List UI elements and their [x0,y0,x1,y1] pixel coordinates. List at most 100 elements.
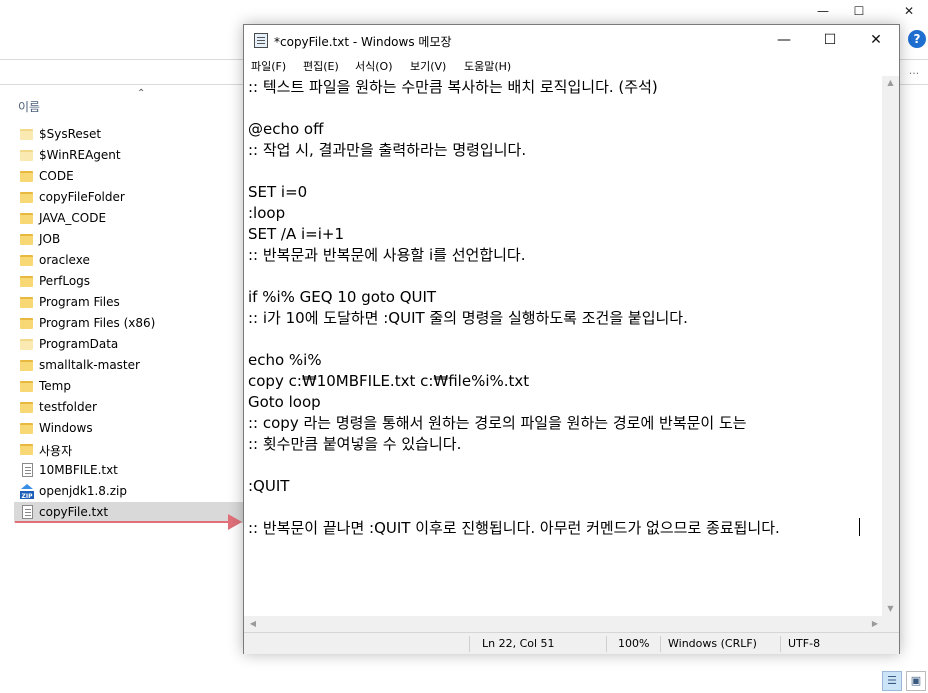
notepad-window: *copyFile.txt - Windows 메모장 — ☐ ✕ 파일(F) … [243,24,900,654]
menu-view[interactable]: 보기(V) [410,58,446,74]
folder-icon [20,129,33,140]
status-separator [606,636,607,652]
help-icon[interactable]: ? [908,30,926,48]
menu-file[interactable]: 파일(F) [251,58,286,74]
folder-icon [20,381,33,392]
file-list-item[interactable]: 사용자 [14,439,243,460]
svg-text:ZIP: ZIP [22,493,34,499]
status-zoom: 100% [618,637,650,650]
file-list-item[interactable]: smalltalk-master [14,355,243,376]
explorer-close-button[interactable]: ✕ [898,2,920,20]
file-list-item[interactable]: Windows [14,418,243,439]
text-editor[interactable]: :: 텍스트 파일을 원하는 수만큼 복사하는 배치 로직입니다. (주석) @e… [244,76,884,616]
notepad-title: *copyFile.txt - Windows 메모장 [274,35,452,49]
folder-icon [20,360,33,371]
menu-bar: 파일(F) 편집(E) 서식(O) 보기(V) 도움말(H) [244,56,899,76]
scroll-right-icon[interactable]: ▶ [868,616,882,632]
folder-icon [20,444,33,455]
text-line: echo %i% [248,351,322,369]
large-icons-view-icon[interactable]: ▣ [906,671,926,691]
scroll-up-icon[interactable]: ▲ [882,76,899,90]
file-name: 10MBFILE.txt [39,463,118,477]
file-list-item[interactable]: $WinREAgent [14,145,243,166]
text-line: :: 횟수만큼 붙여넣을 수 있습니다. [248,435,462,453]
folder-icon [20,192,33,203]
file-list-item[interactable]: copyFile.txt [14,502,243,523]
text-line: :loop [248,204,286,222]
folder-icon [20,297,33,308]
file-name: $SysReset [39,127,102,141]
status-separator [469,636,470,652]
file-name: copyFile.txt [39,505,109,519]
text-caret [859,518,860,536]
file-list-item[interactable]: $SysReset [14,124,243,145]
scroll-left-icon[interactable]: ◀ [246,616,260,632]
close-button[interactable]: ✕ [853,25,899,56]
file-name: Program Files (x86) [39,316,156,330]
annotation-arrow-line [15,521,230,523]
text-line: @echo off [248,120,324,138]
text-line: :: 작업 시, 결과만을 출력하라는 명령입니다. [248,141,527,159]
text-line: :: 반복문과 반복문에 사용할 i를 선언합니다. [248,246,526,264]
annotation-arrow-head [228,514,242,530]
folder-icon [20,234,33,245]
file-name: JAVA_CODE [39,211,107,225]
file-name: testfolder [39,400,97,414]
scroll-down-icon[interactable]: ▼ [882,602,899,616]
folder-icon [20,276,33,287]
menu-help[interactable]: 도움말(H) [464,58,511,74]
status-position: Ln 22, Col 51 [482,637,555,650]
folder-icon [20,150,33,161]
folder-icon [20,339,33,350]
file-name: Program Files [39,295,120,309]
file-list-item[interactable]: oraclexe [14,250,243,271]
file-list-item[interactable]: 10MBFILE.txt [14,460,243,481]
details-view-icon[interactable]: ☰ [882,671,902,691]
folder-icon [20,318,33,329]
text-line: :QUIT [248,477,290,495]
explorer-window-controls: — ☐ ✕ [790,0,928,22]
vertical-scrollbar[interactable]: ▲ ▼ [882,76,899,616]
menu-format[interactable]: 서식(O) [355,58,392,74]
explorer-minimize-button[interactable]: — [812,2,834,20]
text-file-icon [22,463,33,477]
file-name: Temp [39,379,71,393]
maximize-button[interactable]: ☐ [807,25,853,56]
text-line: if %i% GEQ 10 goto QUIT [248,288,437,306]
text-line: SET i=0 [248,183,308,201]
status-bar: Ln 22, Col 51 100% Windows (CRLF) UTF-8 [244,632,899,654]
file-list-item[interactable]: Program Files (x86) [14,313,243,334]
file-list-item[interactable]: PerfLogs [14,271,243,292]
text-line: :: i가 10에 도달하면 :QUIT 줄의 명령을 실행하도록 조건을 붙입… [248,309,688,327]
file-name: ProgramData [39,337,119,351]
horizontal-scrollbar[interactable]: ◀ ▶ [244,616,884,632]
text-line: SET /A i=i+1 [248,225,345,243]
column-header-name[interactable]: 이름 [18,98,40,115]
file-list-item[interactable]: Program Files [14,292,243,313]
menu-edit[interactable]: 편집(E) [303,58,339,74]
explorer-search-box[interactable]: ... [899,59,928,85]
status-encoding: UTF-8 [788,637,821,650]
explorer-address-bar[interactable] [0,59,244,85]
minimize-button[interactable]: — [761,25,807,56]
file-list-item[interactable]: Temp [14,376,243,397]
file-name: Windows [39,421,93,435]
file-list-item[interactable]: JAVA_CODE [14,208,243,229]
file-list-item[interactable]: CODE [14,166,243,187]
file-list-item[interactable]: copyFileFolder [14,187,243,208]
explorer-maximize-button[interactable]: ☐ [848,2,870,20]
text-line: Goto loop [248,393,321,411]
file-list-item[interactable]: ZIP openjdk1.8.zip [14,481,243,502]
file-name: PerfLogs [39,274,91,288]
notepad-titlebar[interactable]: *copyFile.txt - Windows 메모장 — ☐ ✕ [244,25,899,56]
folder-icon [20,402,33,413]
file-list-item[interactable]: ProgramData [14,334,243,355]
file-name: openjdk1.8.zip [39,484,127,498]
status-separator [780,636,781,652]
file-list-item[interactable]: testfolder [14,397,243,418]
file-list-item[interactable]: JOB [14,229,243,250]
folder-icon [20,255,33,266]
sort-ascending-icon: ⌃ [137,88,146,99]
file-name: JOB [39,232,61,246]
folder-icon [20,213,33,224]
